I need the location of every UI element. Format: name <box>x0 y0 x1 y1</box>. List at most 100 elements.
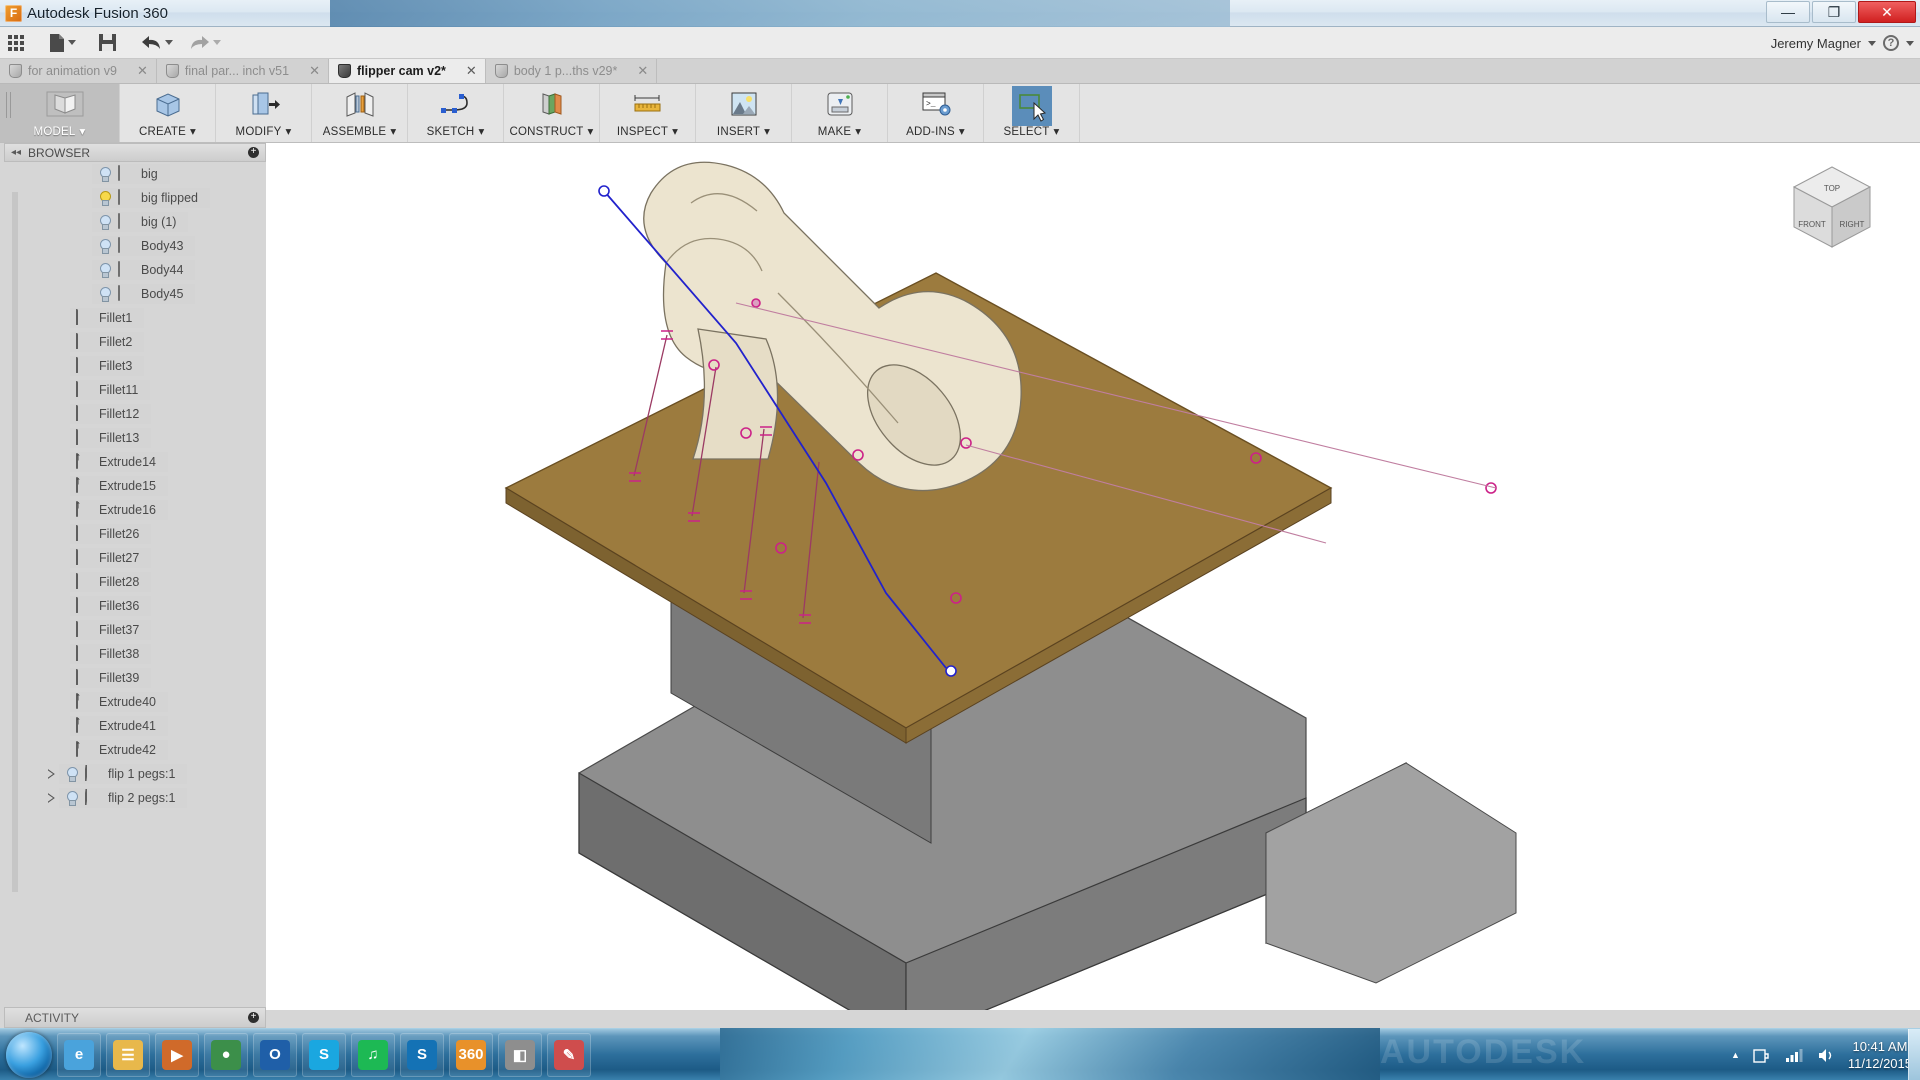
tree-item-pill[interactable]: Extrude42 <box>70 740 168 760</box>
media-player-icon[interactable]: ▶ <box>155 1032 199 1077</box>
tree-item-fillet2[interactable]: Fillet2 <box>4 330 266 354</box>
visibility-bulb-icon[interactable] <box>65 790 78 806</box>
volume-icon[interactable] <box>1816 1047 1836 1064</box>
tree-item-pill[interactable]: Fillet37 <box>70 620 152 640</box>
outlook-icon[interactable]: O <box>253 1032 297 1077</box>
chevron-down-icon[interactable] <box>1906 40 1914 46</box>
tree-item-extrude15[interactable]: Extrude15 <box>4 474 266 498</box>
tree-item-pill[interactable]: Fillet39 <box>70 668 152 688</box>
tree-item-fillet36[interactable]: Fillet36 <box>4 594 266 618</box>
tree-item-pill[interactable]: flip 2 pegs:1 <box>59 788 188 808</box>
app-grid-button[interactable] <box>3 29 29 57</box>
tree-item-pill[interactable]: Fillet38 <box>70 644 152 664</box>
ribbon-tab-modify[interactable]: MODIFY ▾ <box>216 84 312 142</box>
tree-item-pill[interactable]: Extrude15 <box>70 476 168 496</box>
tree-item-fillet39[interactable]: Fillet39 <box>4 666 266 690</box>
document-tab-3[interactable]: body 1 p...ths v29* ✕ <box>485 59 658 83</box>
ribbon-tab-select[interactable]: SELECT ▾ <box>984 84 1080 142</box>
tree-item-pill[interactable]: Extrude41 <box>70 716 168 736</box>
tree-item-fillet12[interactable]: Fillet12 <box>4 402 266 426</box>
tree-item-pill[interactable]: Body44 <box>92 260 196 280</box>
clock[interactable]: 10:41 AM 11/12/2015 <box>1848 1038 1912 1072</box>
undo-button[interactable] <box>136 29 178 57</box>
close-icon[interactable]: ✕ <box>452 63 477 79</box>
ribbon-tab-create[interactable]: CREATE ▾ <box>120 84 216 142</box>
user-name[interactable]: Jeremy Magner <box>1771 36 1861 51</box>
tree-item-pill[interactable]: Body45 <box>92 284 196 304</box>
visibility-bulb-icon[interactable] <box>98 190 111 206</box>
ribbon-tab-assemble[interactable]: ASSEMBLE ▾ <box>312 84 408 142</box>
minimize-button[interactable]: — <box>1766 1 1810 23</box>
tree-item-big-flipped[interactable]: big flipped <box>4 186 266 210</box>
model-canvas[interactable]: TOP FRONT RIGHT <box>266 143 1920 1010</box>
close-icon[interactable]: ✕ <box>295 63 320 79</box>
drag-grip[interactable] <box>6 92 11 118</box>
collapse-icon[interactable]: ◂◂ <box>11 147 21 158</box>
tree-item-fillet13[interactable]: Fillet13 <box>4 426 266 450</box>
close-icon[interactable]: ✕ <box>623 63 648 79</box>
battery-icon[interactable] <box>1752 1047 1772 1064</box>
browser-tree[interactable]: big big flipped big (1) Body43 Body44 Body45 F… <box>4 162 266 1010</box>
tree-item-fillet37[interactable]: Fillet37 <box>4 618 266 642</box>
tree-item-big-1[interactable]: big (1) <box>4 210 266 234</box>
document-tab-1[interactable]: final par... inch v51 ✕ <box>156 59 329 83</box>
browser-options-icon[interactable]: + <box>248 147 259 158</box>
spotify-icon[interactable]: ♫ <box>351 1032 395 1077</box>
tree-item-pill[interactable]: big <box>92 164 170 184</box>
expand-arrow-icon[interactable] <box>48 769 55 779</box>
visibility-bulb-icon[interactable] <box>98 286 111 302</box>
document-tab-0[interactable]: for animation v9 ✕ <box>0 59 157 83</box>
tree-item-pill[interactable]: Body43 <box>92 236 196 256</box>
tree-item-body44[interactable]: Body44 <box>4 258 266 282</box>
skype-icon[interactable]: S <box>302 1032 346 1077</box>
tree-item-fillet3[interactable]: Fillet3 <box>4 354 266 378</box>
ribbon-tab-insert[interactable]: INSERT ▾ <box>696 84 792 142</box>
ribbon-tab-make[interactable]: MAKE ▾ <box>792 84 888 142</box>
tree-item-fillet28[interactable]: Fillet28 <box>4 570 266 594</box>
ribbon-tab-construct[interactable]: CONSTRUCT ▾ <box>504 84 600 142</box>
tree-item-fillet11[interactable]: Fillet11 <box>4 378 266 402</box>
close-button[interactable]: ✕ <box>1858 1 1916 23</box>
redo-button[interactable] <box>184 29 226 57</box>
tree-item-pill[interactable]: flip 1 pegs:1 <box>59 764 188 784</box>
visibility-bulb-icon[interactable] <box>98 166 111 182</box>
view-cube[interactable]: TOP FRONT RIGHT <box>1772 155 1892 265</box>
tree-item-fillet27[interactable]: Fillet27 <box>4 546 266 570</box>
activity-options-icon[interactable]: + <box>248 1012 259 1023</box>
tree-item-flip-1-pegs-1[interactable]: flip 1 pegs:1 <box>4 762 266 786</box>
tree-item-pill[interactable]: Extrude16 <box>70 500 168 520</box>
show-hidden-icons-button[interactable]: ▲ <box>1731 1050 1740 1060</box>
close-icon[interactable]: ✕ <box>123 63 148 79</box>
visibility-bulb-icon[interactable] <box>98 238 111 254</box>
ribbon-tab-sketch[interactable]: SKETCH ▾ <box>408 84 504 142</box>
tree-item-pill[interactable]: Fillet26 <box>70 524 152 544</box>
visibility-bulb-icon[interactable] <box>65 766 78 782</box>
ribbon-tab-add-ins[interactable]: >_ ADD-INS ▾ <box>888 84 984 142</box>
maximize-button[interactable]: ❐ <box>1812 1 1856 23</box>
tree-item-extrude41[interactable]: Extrude41 <box>4 714 266 738</box>
network-signal-icon[interactable] <box>1784 1047 1804 1064</box>
tree-item-pill[interactable]: big (1) <box>92 212 189 232</box>
help-icon[interactable]: ? <box>1883 35 1899 51</box>
skype-business-icon[interactable]: S <box>400 1032 444 1077</box>
tree-item-flip-2-pegs-1[interactable]: flip 2 pegs:1 <box>4 786 266 810</box>
workspace-selector-model[interactable]: MODEL ▾ <box>0 84 120 142</box>
google-chrome-icon[interactable]: ● <box>204 1032 248 1077</box>
expand-arrow-icon[interactable] <box>48 793 55 803</box>
tree-item-pill[interactable]: Fillet27 <box>70 548 152 568</box>
new-document-button[interactable] <box>43 29 81 57</box>
save-button[interactable] <box>93 29 122 57</box>
cad-viewer-icon[interactable]: ◧ <box>498 1032 542 1077</box>
tree-item-pill[interactable]: Fillet36 <box>70 596 152 616</box>
tree-item-pill[interactable]: Fillet11 <box>70 380 151 400</box>
tree-item-body43[interactable]: Body43 <box>4 234 266 258</box>
tree-item-pill[interactable]: Extrude40 <box>70 692 168 712</box>
ribbon-tab-inspect[interactable]: INSPECT ▾ <box>600 84 696 142</box>
document-tab-2[interactable]: flipper cam v2* ✕ <box>328 59 486 83</box>
tree-item-pill[interactable]: Fillet12 <box>70 404 152 424</box>
tree-item-fillet1[interactable]: Fillet1 <box>4 306 266 330</box>
file-explorer-icon[interactable]: ☰ <box>106 1032 150 1077</box>
show-desktop-button[interactable] <box>1908 1029 1920 1080</box>
tree-item-body45[interactable]: Body45 <box>4 282 266 306</box>
visibility-bulb-icon[interactable] <box>98 262 111 278</box>
